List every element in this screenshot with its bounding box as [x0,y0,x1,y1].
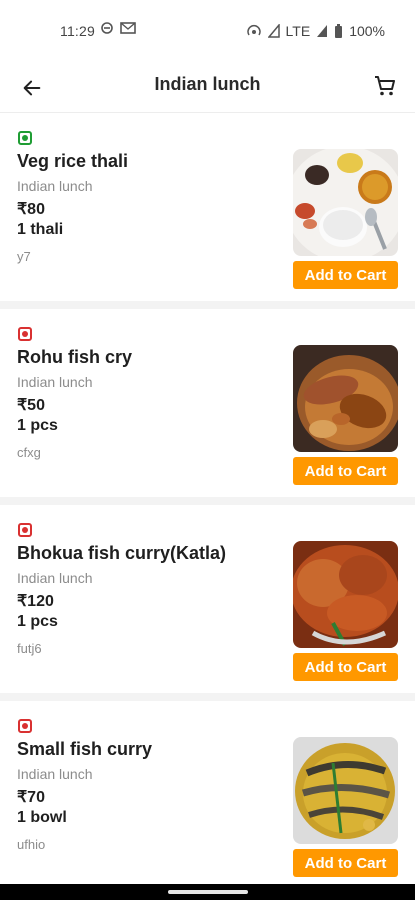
item-code: cfxg [17,445,41,460]
item-price: ₹50 [17,397,45,414]
status-right-cluster: LTE 100% [246,23,385,39]
list-item[interactable]: Small fish curry Indian lunch ₹70 1 bowl… [0,701,415,889]
item-name: Rohu fish cry [17,347,133,367]
top-app-bar: Indian lunch [0,64,415,113]
item-quantity: 1 pcs [17,417,58,434]
item-code: ufhio [17,837,46,852]
item-price: ₹120 [17,593,54,610]
item-image [293,541,398,648]
veg-indicator-icon [18,131,32,145]
status-time: 11:29 [60,23,95,39]
nonveg-indicator-icon [18,327,32,341]
item-image [293,345,398,452]
list-item[interactable]: Bhokua fish curry(Katla) Indian lunch ₹1… [0,505,415,701]
item-category: Indian lunch [17,766,93,782]
cart-button[interactable] [369,70,401,102]
product-list: Veg rice thali Indian lunch ₹80 1 thali … [0,113,415,889]
item-name: Bhokua fish curry(Katla) [17,543,227,563]
item-price: ₹80 [17,201,45,218]
add-to-cart-button[interactable]: Add to Cart [293,849,398,877]
battery-icon [335,23,343,38]
sync-icon [101,22,113,34]
page-title: Indian lunch [154,74,261,94]
add-to-cart-button[interactable]: Add to Cart [293,261,398,289]
item-category: Indian lunch [17,374,93,390]
item-image [293,149,398,256]
status-bar: 11:29 LTE 100% [0,0,415,64]
nonveg-indicator-icon [18,523,32,537]
item-category: Indian lunch [17,570,93,586]
item-image [293,737,398,844]
list-item[interactable]: Rohu fish cry Indian lunch ₹50 1 pcs cfx… [0,309,415,505]
item-quantity: 1 bowl [17,809,67,826]
battery-level: 100% [349,23,385,39]
item-code: futj6 [17,641,42,656]
add-to-cart-button[interactable]: Add to Cart [293,457,398,485]
network-type: LTE [285,23,311,39]
nonveg-indicator-icon [18,719,32,733]
item-name: Small fish curry [17,739,153,759]
signal-icon [267,24,280,38]
home-gesture-handle[interactable] [168,890,248,894]
shopping-cart-icon [375,76,395,96]
status-notification-icons [100,21,136,35]
item-price: ₹70 [17,789,45,806]
hotspot-icon [246,25,261,36]
signal-icon-2 [317,25,328,37]
item-category: Indian lunch [17,178,93,194]
system-nav-bar [0,884,415,900]
item-quantity: 1 thali [17,221,64,238]
add-to-cart-button[interactable]: Add to Cart [293,653,398,681]
mail-icon [120,22,136,34]
item-quantity: 1 pcs [17,613,58,630]
item-code: y7 [17,249,31,264]
item-name: Veg rice thali [17,151,129,171]
list-item[interactable]: Veg rice thali Indian lunch ₹80 1 thali … [0,113,415,309]
